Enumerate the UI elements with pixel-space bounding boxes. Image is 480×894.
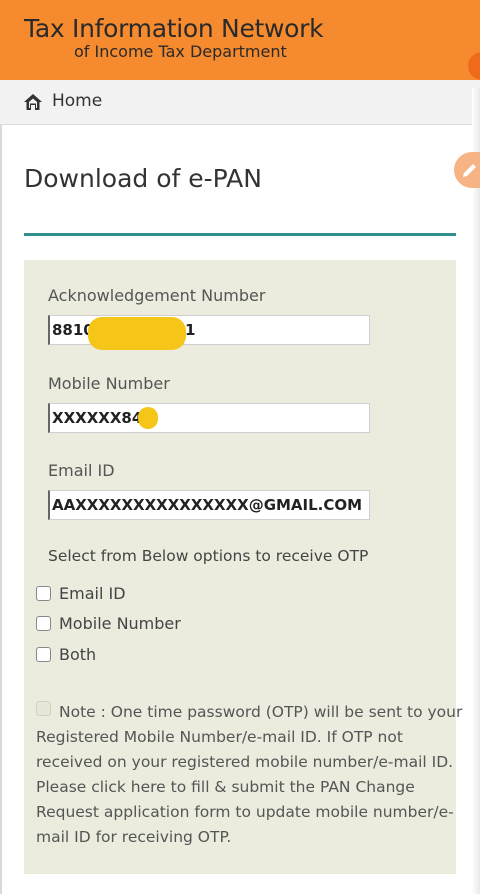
redaction-mark (138, 407, 158, 429)
site-subtitle: of Income Tax Department (74, 42, 287, 61)
note-line: Registered Mobile Number/e-mail ID. If O… (36, 728, 403, 746)
ack-number-label: Acknowledgement Number (48, 286, 266, 305)
edit-fab[interactable] (454, 152, 480, 188)
left-border (0, 124, 2, 894)
both-checkbox[interactable] (36, 647, 51, 662)
note-line: mail ID for receiving OTP. (36, 828, 232, 846)
mobile-number-input[interactable]: XXXXXX846 (48, 403, 370, 433)
floating-badge[interactable] (468, 52, 480, 80)
site-header: Tax Information Network of Income Tax De… (0, 0, 480, 80)
site-title: Tax Information Network (24, 14, 324, 43)
note-line: received on your registered mobile numbe… (36, 753, 454, 771)
breadcrumb: Home (0, 80, 480, 125)
otp-option-label: Email ID (59, 584, 126, 603)
note-line: Note : One time password (OTP) will be s… (59, 703, 463, 721)
otp-note: Note : One time password (OTP) will be s… (36, 700, 463, 850)
email-id-input[interactable]: AAXXXXXXXXXXXXXXX@GMAIL.COM (48, 490, 370, 520)
mobile-checkbox[interactable] (36, 616, 51, 631)
note-line: Request application form to update mobil… (36, 803, 454, 821)
home-icon[interactable] (24, 94, 42, 110)
title-divider (24, 233, 456, 236)
email-checkbox[interactable] (36, 586, 51, 601)
otp-option-label: Both (59, 645, 97, 664)
mobile-number-label: Mobile Number (48, 374, 170, 393)
otp-option-label: Mobile Number (59, 614, 181, 633)
note-checkbox (36, 701, 51, 716)
breadcrumb-home-link[interactable]: Home (52, 91, 102, 111)
pencil-icon (463, 164, 476, 177)
redaction-mark (88, 317, 186, 350)
scroll-edge (472, 88, 480, 894)
ack-number-suffix: 1 (185, 321, 196, 339)
note-link-line[interactable]: Please click here to fill & submit the P… (36, 775, 444, 800)
otp-options-heading: Select from Below options to receive OTP (48, 547, 369, 565)
page-title: Download of e-PAN (24, 164, 262, 193)
email-id-label: Email ID (48, 461, 115, 480)
